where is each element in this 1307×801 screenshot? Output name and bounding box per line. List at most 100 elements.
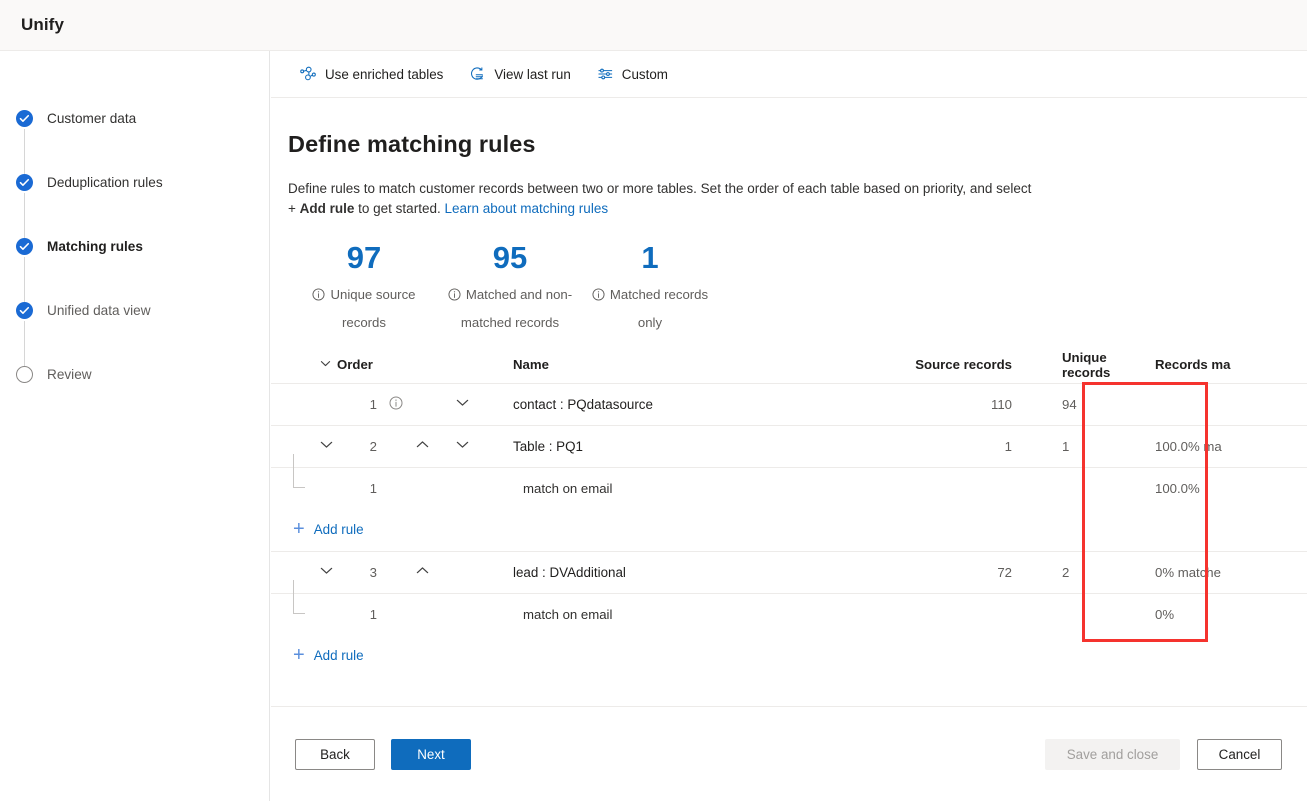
- sidebar-item-unified-data-view[interactable]: Unified data view: [0, 296, 270, 324]
- add-rule-row: + Add rule: [271, 509, 1307, 551]
- row-records-matched: 0% matche: [1155, 564, 1221, 580]
- row-move-up-cell: [415, 383, 455, 425]
- info-icon[interactable]: [312, 284, 326, 310]
- chevron-down-icon[interactable]: [319, 437, 334, 452]
- row-name-cell: lead : DVAdditional: [513, 551, 893, 593]
- row-unique-records: 2: [1062, 564, 1070, 580]
- add-rule-spacer: [893, 635, 1034, 677]
- subrow-records-matched: 100.0%: [1155, 480, 1200, 496]
- history-clock-icon: [469, 66, 486, 82]
- subrow-up-cell: [415, 593, 455, 635]
- sidebar-item-deduplication-rules[interactable]: Deduplication rules: [0, 168, 270, 196]
- subrow-unique-records: [1034, 467, 1131, 509]
- subrow-unique-records: [1034, 593, 1131, 635]
- sidebar-item-label: Customer data: [47, 110, 137, 126]
- info-icon[interactable]: [448, 284, 461, 310]
- chevron-down-icon[interactable]: [319, 563, 334, 578]
- kpi-value: 97: [346, 240, 382, 275]
- cancel-button[interactable]: Cancel: [1197, 738, 1282, 770]
- add-rule-spacer: [513, 509, 893, 551]
- add-rule-spacer: [1131, 509, 1307, 551]
- use-enriched-tables-button[interactable]: Use enriched tables: [298, 62, 445, 86]
- header-source-records[interactable]: Source records: [893, 347, 1034, 384]
- add-rule-button[interactable]: + Add rule: [271, 518, 364, 540]
- header-spacer-down: [455, 347, 513, 384]
- add-rule-label: Add rule: [313, 521, 364, 537]
- add-rule-row: + Add rule: [271, 635, 1307, 677]
- row-name: lead : DVAdditional: [513, 564, 626, 580]
- add-rule-button[interactable]: + Add rule: [271, 644, 364, 667]
- table-row[interactable]: 1 contact: PQdatasource 110 94: [271, 383, 1307, 425]
- view-last-run-button[interactable]: View last run: [467, 62, 572, 86]
- chevron-down-icon[interactable]: [319, 357, 332, 370]
- subrow-index: 1: [369, 606, 377, 622]
- chevron-up-icon[interactable]: [415, 437, 430, 452]
- wizard-footer: Back Next Save and close Cancel: [271, 706, 1307, 801]
- row-name-cell: contact : PQdatasource: [513, 383, 893, 425]
- kpi-caption: Unique source records: [289, 282, 439, 336]
- command-label: View last run: [494, 66, 571, 82]
- row-name: contact : PQdatasource: [513, 396, 653, 412]
- kpi-value: 95: [492, 240, 528, 275]
- subrow-source-records: [893, 467, 1034, 509]
- subrow-index: 1: [369, 480, 377, 496]
- kpi-caption-text: Matched and non-matched records: [460, 287, 573, 330]
- subrow-tree-cell: [271, 579, 327, 635]
- kpi-caption: Matched and non-matched records: [440, 282, 580, 336]
- header-expand-all[interactable]: [271, 347, 331, 384]
- add-rule-spacer: [1131, 635, 1307, 677]
- subrow-up-cell: [415, 467, 455, 509]
- app-title: Unify: [21, 15, 64, 34]
- next-button[interactable]: Next: [391, 738, 471, 770]
- sidebar-item-matching-rules[interactable]: Matching rules: [0, 232, 270, 260]
- subrow-info-cell: [377, 593, 415, 635]
- tree-connector-icon: [293, 453, 305, 488]
- matching-rules-table: Order Name Source records Unique records…: [271, 347, 1307, 677]
- table-header-row: Order Name Source records Unique records…: [271, 347, 1307, 384]
- check-circle-icon: [16, 109, 33, 127]
- header-unique-records[interactable]: Unique records: [1034, 347, 1131, 384]
- header-records-matched[interactable]: Records ma: [1131, 347, 1307, 384]
- plus-icon: +: [293, 644, 305, 667]
- row-records-matched: [1131, 383, 1307, 425]
- chevron-up-icon[interactable]: [415, 563, 430, 578]
- kpi-matched-and-non-matched-records: 95 Matched and non-matched records: [440, 239, 580, 336]
- sliders-icon: [597, 66, 614, 82]
- subrow-down-cell: [455, 593, 513, 635]
- info-icon[interactable]: [389, 396, 403, 410]
- info-icon[interactable]: [592, 284, 605, 310]
- header-name[interactable]: Name: [513, 347, 893, 384]
- header-order[interactable]: Order: [327, 347, 377, 384]
- row-move-down-cell: [455, 551, 513, 593]
- command-label: Custom: [621, 66, 668, 82]
- subrow-info-cell: [377, 467, 415, 509]
- matching-rules-table-wrapper: Order Name Source records Unique records…: [271, 347, 1307, 677]
- plus-icon: +: [293, 518, 305, 540]
- table-header: Order Name Source records Unique records…: [271, 347, 1307, 384]
- tree-connector-icon: [293, 579, 305, 614]
- sidebar-item-label: Matching rules: [47, 238, 143, 254]
- table-subrow[interactable]: 1 match on email 0%: [271, 579, 1307, 635]
- subrow-name-cell: match on email: [513, 467, 893, 509]
- kpi-matched-records-only: 1 Matched records only: [580, 239, 720, 336]
- custom-button[interactable]: Custom: [595, 62, 670, 86]
- chevron-down-icon[interactable]: [455, 437, 470, 452]
- sidebar-item-review[interactable]: Review: [0, 360, 270, 388]
- table-body: 1 contact: PQdatasource 110 94 2 Table …: [271, 383, 1307, 677]
- row-info-cell: [377, 425, 415, 467]
- header-spacer-info: [377, 347, 415, 384]
- learn-about-matching-rules-link[interactable]: Learn about matching rules: [444, 201, 608, 216]
- table-subrow[interactable]: 1 match on email 100.0%: [271, 453, 1307, 509]
- back-button[interactable]: Back: [295, 738, 375, 770]
- row-move-down-cell: [455, 425, 513, 467]
- table-row[interactable]: 2 Table: PQ1 1 1 100.0% ma: [271, 425, 1307, 467]
- check-circle-icon: [16, 301, 33, 319]
- wizard-sidebar: Customer data Deduplication rules Matchi…: [0, 51, 270, 801]
- chevron-down-icon[interactable]: [455, 395, 470, 410]
- sidebar-item-customer-data[interactable]: Customer data: [0, 104, 270, 132]
- subrow-records-matched: 0%: [1155, 606, 1175, 622]
- table-row[interactable]: 3 lead : DVAdditional 72 2 0% matche: [271, 551, 1307, 593]
- page-title: Define matching rules: [288, 131, 536, 157]
- command-label: Use enriched tables: [325, 66, 444, 82]
- add-rule-spacer: [513, 635, 893, 677]
